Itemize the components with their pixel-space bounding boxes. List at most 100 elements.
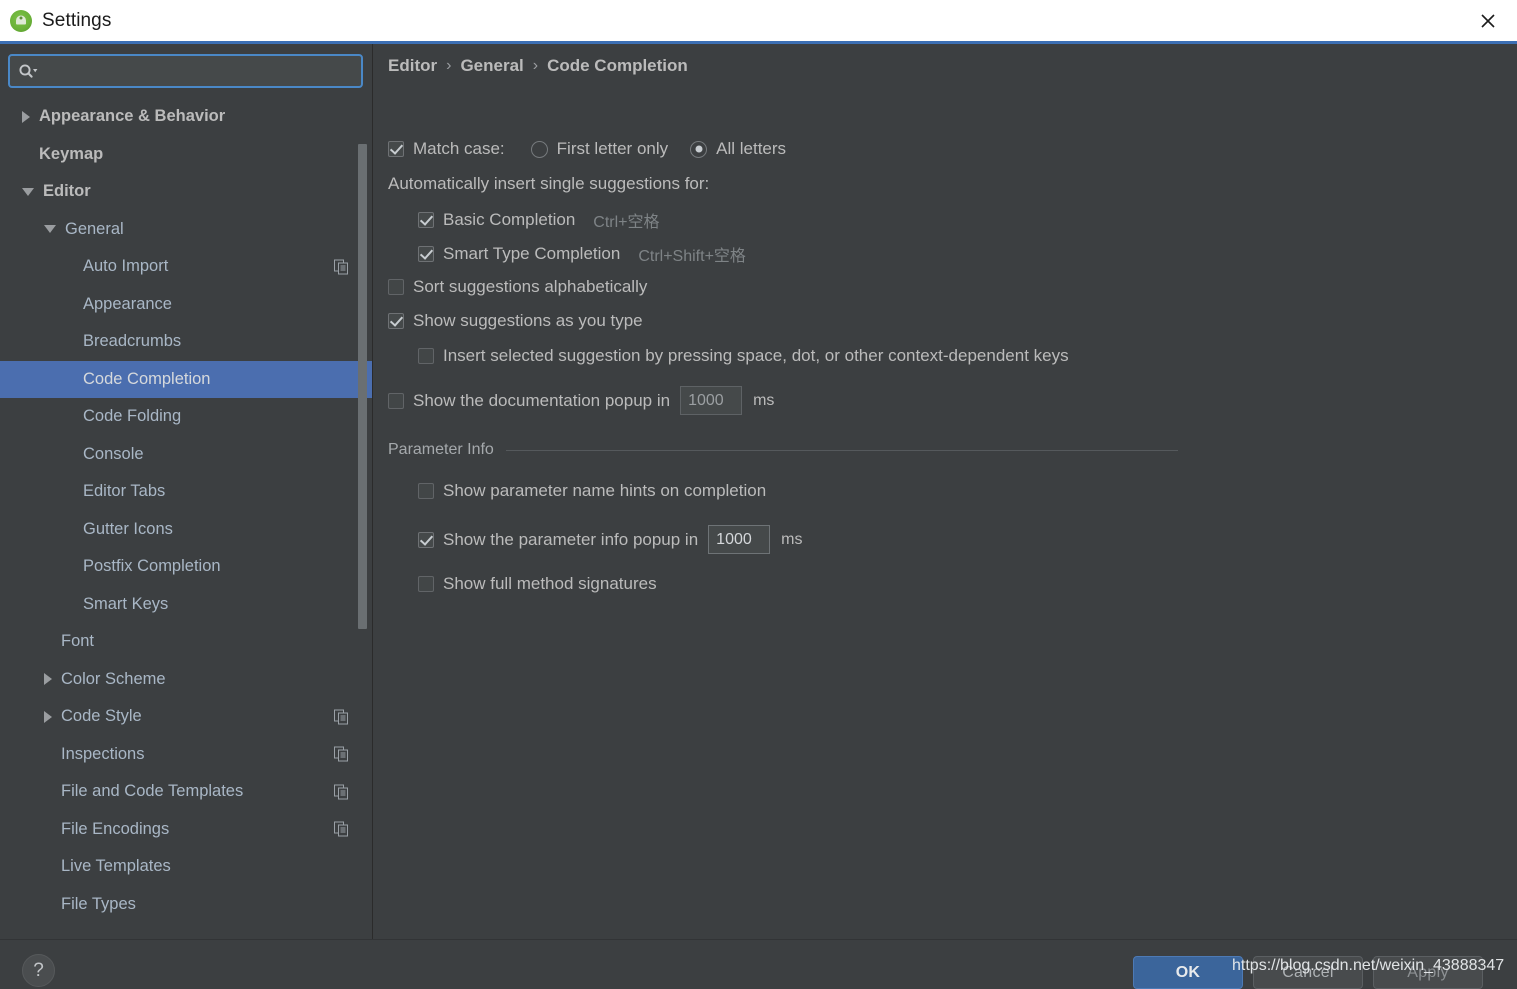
first-letter-only-radio[interactable] [530,140,548,158]
apply-button[interactable]: Apply [1373,956,1483,989]
sidebar-item-label: Editor Tabs [83,482,166,501]
chevron-right-icon: › [446,57,452,74]
breadcrumb-item-editor[interactable]: Editor [388,56,437,76]
parameter-info-section-title: Parameter Info [388,441,494,458]
match-case-label: Match case: [413,139,505,158]
help-button[interactable]: ? [22,954,55,987]
sidebar-item-auto-import[interactable]: Auto Import [0,248,372,286]
sidebar-item-appearance-behavior[interactable]: Appearance & Behavior [0,98,372,136]
copy-settings-icon [334,259,349,275]
parameter-info-section-header: Parameter Info [388,441,1178,459]
search-input[interactable] [40,58,361,84]
sidebar-item-label: Color Scheme [61,669,166,688]
sidebar-item-label: Gutter Icons [83,519,173,538]
param-name-hints-row: Show parameter name hints on completion [418,481,766,501]
show-as-you-type-checkbox[interactable] [388,313,404,329]
breadcrumb-item-general[interactable]: General [460,56,523,76]
chevron-down-icon[interactable] [22,187,34,196]
settings-search-box[interactable] [8,54,363,88]
smart-type-completion-row: Smart Type Completion Ctrl+Shift+空格 [418,242,746,266]
insert-on-keys-checkbox[interactable] [418,348,434,364]
sidebar-item-label: File and Code Templates [61,782,244,801]
chevron-right-icon[interactable] [22,110,30,123]
all-letters-radio[interactable] [690,140,708,158]
auto-insert-header: Automatically insert single suggestions … [388,174,710,193]
sidebar-item-code-folding[interactable]: Code Folding [0,398,372,436]
dialog-footer: ? OK Cancel Apply [0,939,1517,989]
sidebar-item-color-scheme[interactable]: Color Scheme [0,661,372,699]
sidebar-item-editor-tabs[interactable]: Editor Tabs [0,473,372,511]
show-as-you-type-label: Show suggestions as you type [413,311,643,330]
sidebar-item-label: Code Folding [83,407,182,426]
sidebar-item-label: File Encodings [61,819,170,838]
chevron-right-icon: › [532,57,539,74]
close-button[interactable] [1459,0,1517,41]
sidebar-item-label: Appearance [83,294,172,313]
doc-popup-delay-input[interactable] [680,386,743,415]
copy-settings-icon [334,821,349,837]
sidebar-item-label: General [65,219,124,238]
sidebar-item-file-encodings[interactable]: File Encodings [0,811,372,849]
sidebar-item-label: Keymap [39,144,104,163]
basic-completion-shortcut: Ctrl+空格 [593,214,660,231]
sidebar-item-appearance[interactable]: Appearance [0,286,372,324]
param-info-popup-unit: ms [781,530,803,548]
sidebar-item-breadcrumbs[interactable]: Breadcrumbs [0,323,372,361]
sidebar-item-file-types[interactable]: File Types [0,886,372,924]
breadcrumb: Editor › General › Code Completion [388,56,688,76]
param-info-popup-row: Show the parameter info popup in ms [418,525,803,554]
chevron-right-icon[interactable] [44,673,52,686]
match-case-row: Match case: First letter only All letter… [388,139,786,159]
window-title: Settings [42,9,112,31]
insert-on-keys-row: Insert selected suggestion by pressing s… [418,346,1069,366]
sidebar-item-general[interactable]: General [0,211,372,249]
sidebar-item-code-completion[interactable]: Code Completion [0,360,372,398]
chevron-right-icon[interactable] [44,710,52,723]
sidebar-item-label: Smart Keys [83,594,169,613]
section-divider [505,449,1178,451]
sidebar-item-live-templates[interactable]: Live Templates [0,848,372,886]
settings-main-panel: Editor › General › Code Completion Match… [373,44,1517,939]
sidebar-item-editor[interactable]: Editor [0,173,372,211]
param-info-popup-delay-input[interactable] [708,525,771,554]
sidebar-item-label: Editor [43,182,91,201]
sidebar-item-code-style[interactable]: Code Style [0,698,372,736]
sidebar-item-file-and-code-templates[interactable]: File and Code Templates [0,773,372,811]
param-info-popup-label: Show the parameter info popup in [443,529,699,549]
sidebar-item-label: File Types [61,894,136,913]
sidebar-item-console[interactable]: Console [0,436,372,474]
sidebar-item-smart-keys[interactable]: Smart Keys [0,586,372,624]
cancel-button[interactable]: Cancel [1253,956,1363,989]
sort-alphabetically-checkbox[interactable] [388,279,404,295]
all-letters-label: All letters [716,139,787,158]
doc-popup-unit: ms [753,391,775,409]
sidebar-item-label: Font [61,632,95,651]
sidebar-item-inspections[interactable]: Inspections [0,736,372,774]
smart-type-completion-checkbox[interactable] [418,246,434,262]
doc-popup-checkbox[interactable] [388,392,404,409]
sidebar-item-keymap[interactable]: Keymap [0,136,372,174]
basic-completion-checkbox[interactable] [418,212,434,228]
param-name-hints-checkbox[interactable] [418,483,434,499]
settings-sidebar: Appearance & Behavior Keymap Editor General… [0,44,372,939]
chevron-down-icon[interactable] [44,225,56,234]
sidebar-item-postfix-completion[interactable]: Postfix Completion [0,548,372,586]
first-letter-only-label: First letter only [556,139,669,158]
android-studio-icon [10,9,32,32]
basic-completion-label: Basic Completion [443,210,576,229]
insert-on-keys-label: Insert selected suggestion by pressing s… [443,346,1069,365]
sidebar-item-label: Console [83,444,144,463]
sidebar-scrollbar-thumb[interactable] [358,144,367,629]
match-case-checkbox[interactable] [388,141,404,157]
smart-type-completion-shortcut: Ctrl+Shift+空格 [638,248,746,265]
doc-popup-label: Show the documentation popup in [413,390,671,410]
sidebar-item-label: Code Style [61,707,142,726]
sidebar-item-label: Appearance & Behavior [39,107,226,126]
full-method-signatures-checkbox[interactable] [418,576,434,592]
sidebar-item-gutter-icons[interactable]: Gutter Icons [0,511,372,549]
ok-button[interactable]: OK [1133,956,1243,989]
full-method-signatures-row: Show full method signatures [418,574,657,594]
sidebar-item-font[interactable]: Font [0,623,372,661]
param-info-popup-checkbox[interactable] [418,531,434,548]
settings-tree[interactable]: Appearance & Behavior Keymap Editor General… [0,98,372,939]
